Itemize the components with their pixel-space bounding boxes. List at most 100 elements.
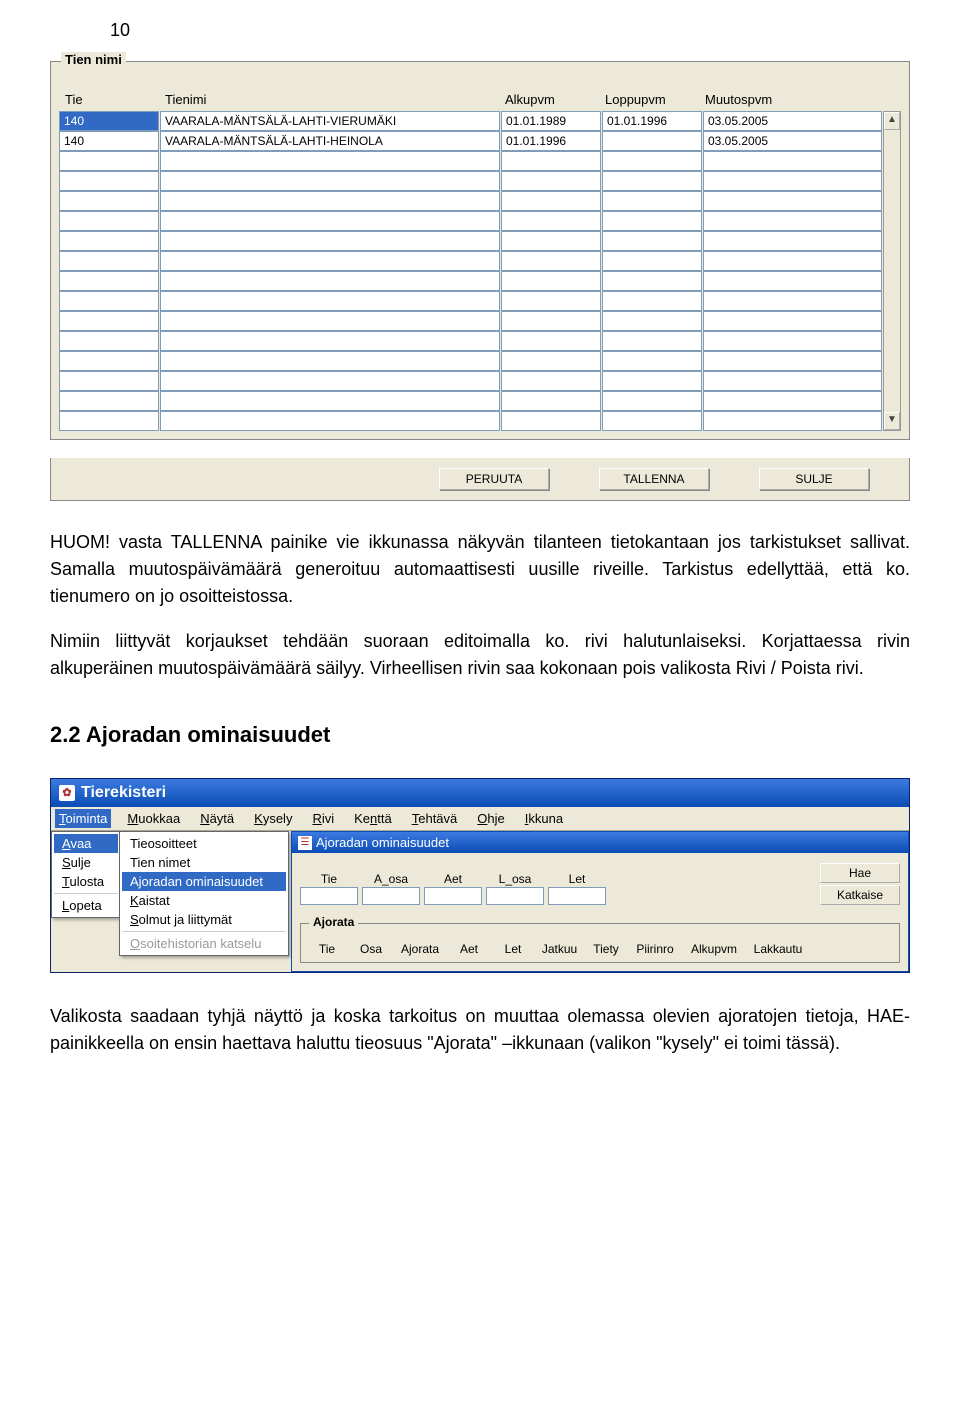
cell-loppupvm[interactable] — [602, 271, 702, 291]
cell-tie[interactable] — [59, 251, 159, 271]
cell-tienimi[interactable] — [160, 231, 500, 251]
cell-alkupvm[interactable] — [501, 291, 601, 311]
cell-loppupvm[interactable] — [602, 291, 702, 311]
cell-tienimi[interactable]: VAARALA-MÄNTSÄLÄ-LAHTI-VIERUMÄKI — [160, 111, 500, 131]
submenu-item-solmut-ja-liittymät[interactable]: Solmut ja liittymät — [122, 910, 286, 929]
avaa-submenu[interactable]: TieosoitteetTien nimetAjoradan ominaisuu… — [119, 831, 289, 956]
submenu-item-tieosoitteet[interactable]: Tieosoitteet — [122, 834, 286, 853]
vertical-scrollbar[interactable]: ▲ ▼ — [883, 111, 901, 431]
cell-muutospvm[interactable] — [703, 411, 882, 431]
cell-loppupvm[interactable] — [602, 171, 702, 191]
input-let[interactable] — [548, 887, 606, 905]
cell-alkupvm[interactable] — [501, 331, 601, 351]
cell-muutospvm[interactable] — [703, 211, 882, 231]
menu-ohje[interactable]: Ohje — [473, 809, 508, 828]
cell-alkupvm[interactable] — [501, 391, 601, 411]
table-row[interactable] — [59, 231, 883, 251]
menu-muokkaa[interactable]: Muokkaa — [123, 809, 184, 828]
cell-muutospvm[interactable] — [703, 231, 882, 251]
table-row[interactable] — [59, 391, 883, 411]
cell-muutospvm[interactable]: 03.05.2005 — [703, 131, 882, 151]
table-row[interactable] — [59, 271, 883, 291]
cell-alkupvm[interactable]: 01.01.1989 — [501, 111, 601, 131]
cell-tie[interactable] — [59, 351, 159, 371]
cell-tienimi[interactable] — [160, 191, 500, 211]
cell-loppupvm[interactable]: 01.01.1996 — [602, 111, 702, 131]
menu-rivi[interactable]: Rivi — [308, 809, 338, 828]
cell-muutospvm[interactable] — [703, 331, 882, 351]
cell-alkupvm[interactable] — [501, 411, 601, 431]
cell-muutospvm[interactable] — [703, 311, 882, 331]
table-row[interactable] — [59, 251, 883, 271]
table-row[interactable] — [59, 291, 883, 311]
cell-alkupvm[interactable] — [501, 151, 601, 171]
cell-muutospvm[interactable]: 03.05.2005 — [703, 111, 882, 131]
cell-tienimi[interactable] — [160, 351, 500, 371]
cell-tie[interactable] — [59, 211, 159, 231]
cell-alkupvm[interactable] — [501, 251, 601, 271]
cell-tie[interactable] — [59, 311, 159, 331]
scroll-down-icon[interactable]: ▼ — [884, 412, 900, 430]
cell-tie[interactable]: 140 — [59, 111, 159, 131]
cell-tie[interactable] — [59, 271, 159, 291]
cell-loppupvm[interactable] — [602, 231, 702, 251]
menu-kenttä[interactable]: Kenttä — [350, 809, 396, 828]
cell-alkupvm[interactable] — [501, 191, 601, 211]
cell-tienimi[interactable] — [160, 211, 500, 231]
cell-muutospvm[interactable] — [703, 291, 882, 311]
cell-loppupvm[interactable] — [602, 211, 702, 231]
cell-muutospvm[interactable] — [703, 371, 882, 391]
cell-loppupvm[interactable] — [602, 371, 702, 391]
table-row[interactable] — [59, 371, 883, 391]
tallenna-button[interactable]: TALLENNA — [599, 468, 709, 490]
menu-tehtävä[interactable]: Tehtävä — [408, 809, 462, 828]
cell-tie[interactable] — [59, 291, 159, 311]
cell-tie[interactable] — [59, 231, 159, 251]
cell-tienimi[interactable]: VAARALA-MÄNTSÄLÄ-LAHTI-HEINOLA — [160, 131, 500, 151]
cell-muutospvm[interactable] — [703, 271, 882, 291]
cell-alkupvm[interactable] — [501, 311, 601, 331]
cell-loppupvm[interactable] — [602, 411, 702, 431]
scroll-up-icon[interactable]: ▲ — [884, 112, 900, 130]
peruuta-button[interactable]: PERUUTA — [439, 468, 549, 490]
cell-muutospvm[interactable] — [703, 391, 882, 411]
dropdown-item-avaa[interactable]: Avaa — [54, 834, 118, 853]
cell-tienimi[interactable] — [160, 271, 500, 291]
cell-tienimi[interactable] — [160, 291, 500, 311]
dropdown-item-tulosta[interactable]: Tulosta — [54, 872, 118, 891]
cell-loppupvm[interactable] — [602, 151, 702, 171]
cell-tienimi[interactable] — [160, 331, 500, 351]
cell-alkupvm[interactable] — [501, 211, 601, 231]
cell-loppupvm[interactable] — [602, 311, 702, 331]
table-row[interactable] — [59, 411, 883, 431]
cell-tie[interactable]: 140 — [59, 131, 159, 151]
cell-muutospvm[interactable] — [703, 351, 882, 371]
cell-tienimi[interactable] — [160, 391, 500, 411]
table-row[interactable] — [59, 211, 883, 231]
cell-alkupvm[interactable] — [501, 271, 601, 291]
cell-alkupvm[interactable]: 01.01.1996 — [501, 131, 601, 151]
table-row[interactable]: 140VAARALA-MÄNTSÄLÄ-LAHTI-VIERUMÄKI01.01… — [59, 111, 883, 131]
cell-muutospvm[interactable] — [703, 151, 882, 171]
cell-tie[interactable] — [59, 151, 159, 171]
dropdown-item-lopeta[interactable]: Lopeta — [54, 896, 118, 915]
cell-muutospvm[interactable] — [703, 191, 882, 211]
cell-tie[interactable] — [59, 331, 159, 351]
menu-kysely[interactable]: Kysely — [250, 809, 296, 828]
cell-loppupvm[interactable] — [602, 131, 702, 151]
dropdown-item-sulje[interactable]: Sulje — [54, 853, 118, 872]
cell-tienimi[interactable] — [160, 171, 500, 191]
table-row[interactable] — [59, 191, 883, 211]
cell-loppupvm[interactable] — [602, 391, 702, 411]
katkaise-button[interactable]: Katkaise — [820, 885, 900, 905]
sulje-button[interactable]: SULJE — [759, 468, 869, 490]
cell-loppupvm[interactable] — [602, 191, 702, 211]
cell-tienimi[interactable] — [160, 411, 500, 431]
cell-tie[interactable] — [59, 411, 159, 431]
cell-muutospvm[interactable] — [703, 171, 882, 191]
cell-alkupvm[interactable] — [501, 231, 601, 251]
input-a_osa[interactable] — [362, 887, 420, 905]
cell-alkupvm[interactable] — [501, 171, 601, 191]
cell-alkupvm[interactable] — [501, 351, 601, 371]
table-row[interactable] — [59, 151, 883, 171]
